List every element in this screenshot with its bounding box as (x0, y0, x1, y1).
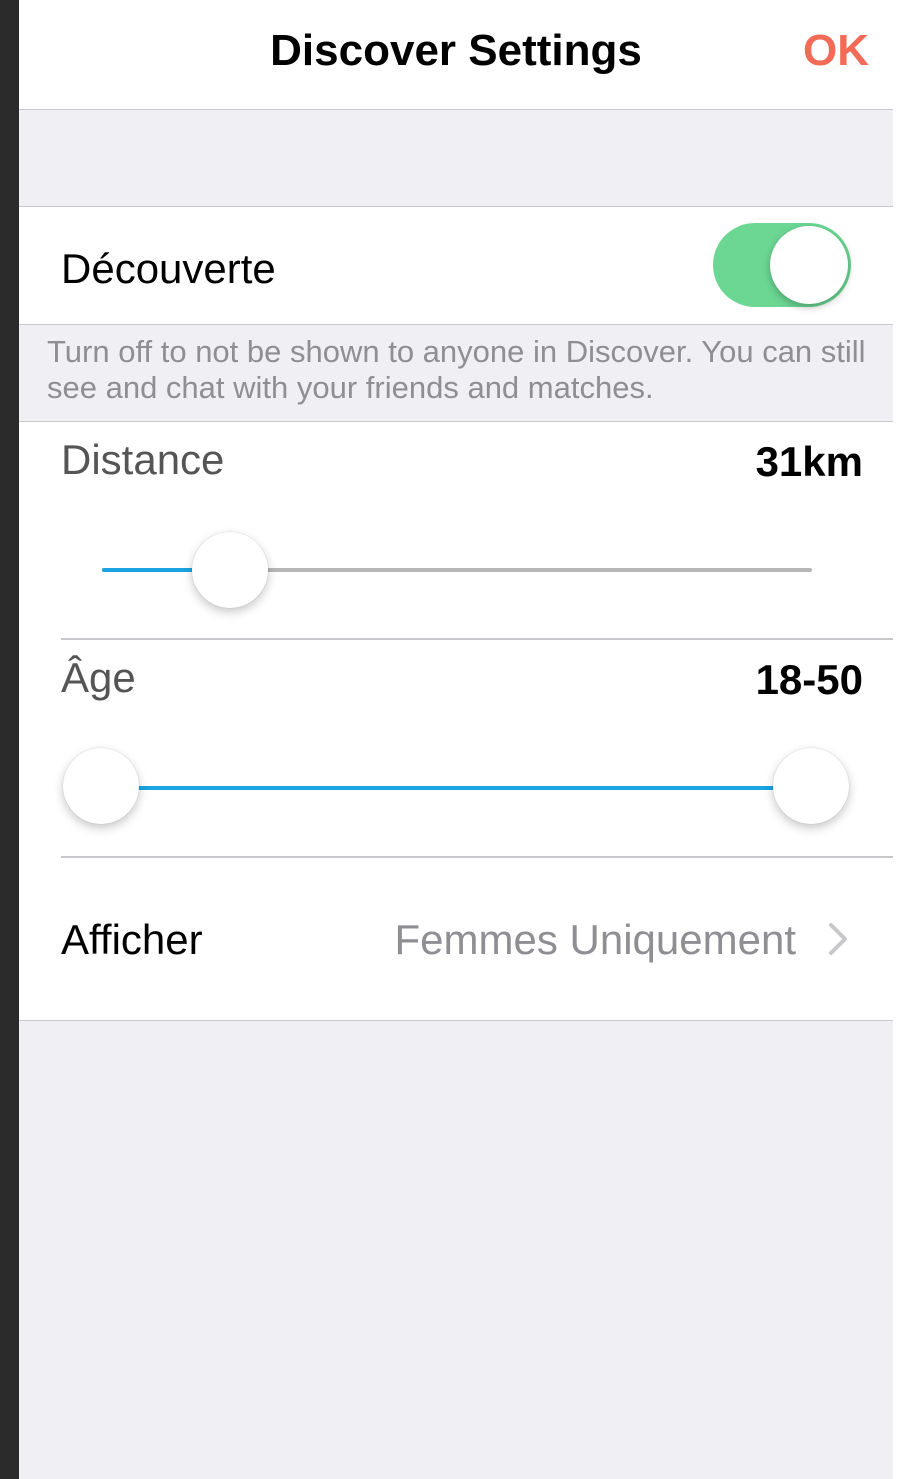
distance-slider-thumb[interactable] (191, 532, 268, 608)
discovery-row: Découverte (19, 206, 893, 325)
show-label: Afficher (61, 916, 203, 963)
window-edge-right (893, 0, 905, 1479)
age-value: 18-50 (755, 656, 863, 703)
ok-button[interactable]: OK (803, 26, 869, 76)
discovery-footnote: Turn off to not be shown to anyone in Di… (47, 334, 866, 405)
discovery-label: Découverte (61, 245, 276, 292)
age-slider-track[interactable] (101, 786, 811, 790)
separator (61, 638, 893, 640)
navigation-bar: Discover Settings OK (19, 0, 893, 110)
age-max-thumb[interactable] (773, 748, 849, 824)
page-title: Discover Settings (270, 26, 642, 75)
show-value: Femmes Uniquement (394, 916, 796, 963)
distance-label: Distance (61, 436, 225, 483)
distance-value: 31km (755, 438, 863, 485)
age-slider-fill (101, 786, 811, 790)
filters-section: Distance 31km Âge 18-50 Afficher Femmes … (19, 421, 893, 1021)
discover-settings-screen: Discover Settings OK Découverte Turn off… (19, 0, 893, 1479)
chevron-right-icon (829, 923, 847, 955)
window-edge-left (0, 0, 19, 1479)
age-min-thumb[interactable] (63, 748, 139, 824)
show-preference-row[interactable]: Afficher Femmes Uniquement (19, 858, 893, 1020)
toggle-knob (770, 226, 848, 304)
discovery-toggle[interactable] (713, 223, 851, 307)
age-label: Âge (61, 654, 136, 701)
